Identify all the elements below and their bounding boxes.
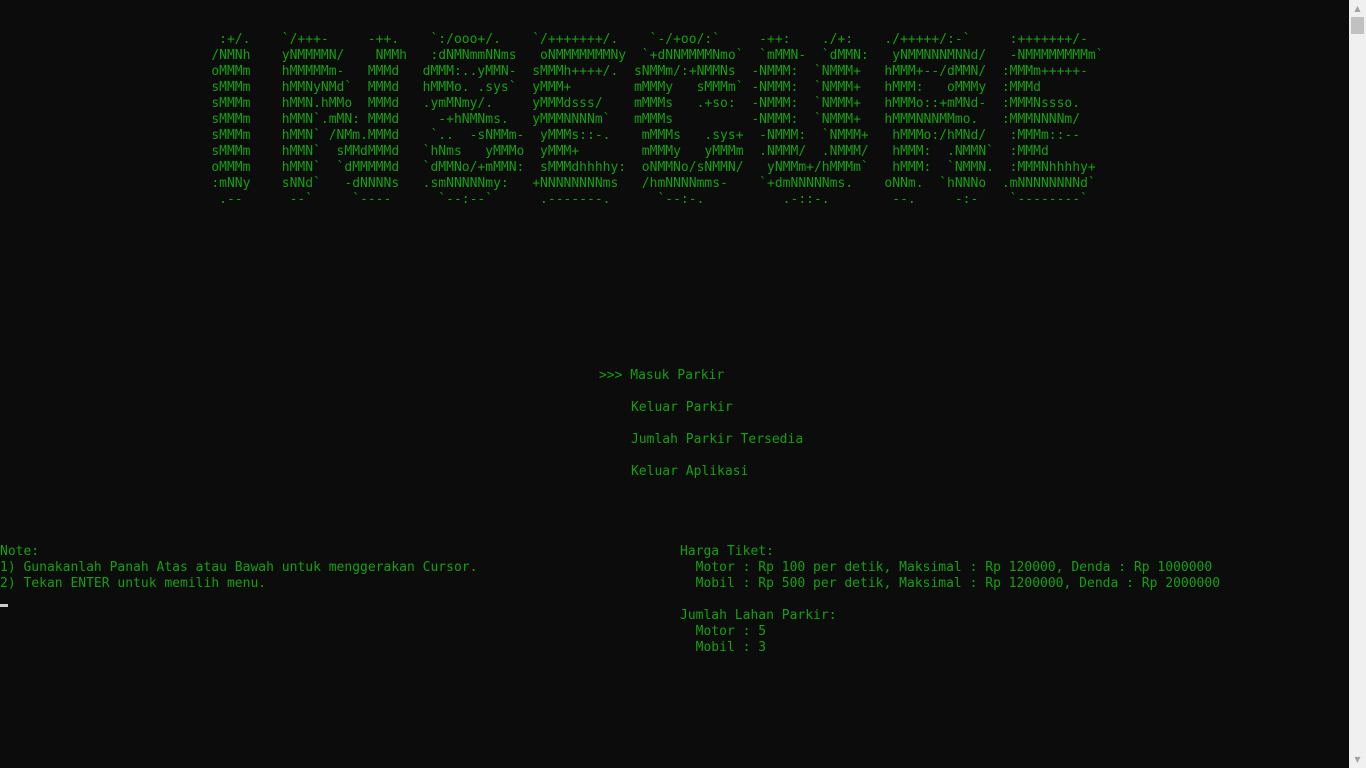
note-line: 1) Gunakanlah Panah Atas atau Bawah untu… [0,560,478,575]
menu-item-label: Masuk Parkir [630,368,725,383]
banner-line: sMMMm hMMN` sMMdMMMd `hNms yMMMo yMMM+ m… [0,144,1049,159]
text-cursor [0,604,8,607]
vertical-scrollbar[interactable]: ▲ ▼ [1349,0,1366,768]
banner-line: sMMMm hMMNyNMd` MMMd hMMMo. .sys` yMMM+ … [0,80,1041,95]
banner-line: oMMMm hMMN` `dMMMMMd `dMMNo/+mMMN: sMMMd… [0,160,1096,175]
jumlah-lahan-mobil: Mobil : 3 [680,640,767,655]
jumlah-lahan-motor: Motor : 5 [680,624,767,639]
menu-item-keluar-aplikasi[interactable]: Keluar Aplikasi [584,448,748,496]
banner-line: oMMMm hMMMMMm- MMMd dMMM:..yMMN- sMMMh++… [0,64,1088,79]
banner-line: :mNNy sNNd` -dNNNNs .smNNNNNmy: +NNNNNNN… [0,176,1096,191]
harga-tiket-mobil: Mobil : Rp 500 per detik, Maksimal : Rp … [680,576,1221,591]
banner-line: sMMMm hMMN`.mMN: MMMd -+hNMNms. yMMMNNNN… [0,112,1081,127]
harga-tiket-title: Harga Tiket: [680,544,774,559]
scroll-up-arrow-icon[interactable]: ▲ [1349,0,1366,17]
menu-pointer: >>> [598,368,623,383]
console-window: :+/. `/+++- -++. `:/ooo+/. `/+++++++/. `… [0,0,1349,768]
banner-line: sMMMm hMMN` /NMm.MMMd `.. -sNMMm- yMMMs:… [0,128,1081,143]
harga-tiket-motor: Motor : Rp 100 per detik, Maksimal : Rp … [680,560,1213,575]
banner-line: /NMNh yNMMMMN/ NMMh :dNMNmmNNms oNMMMMMM… [0,48,1104,63]
note-line: 2) Tekan ENTER untuk memilih menu. [0,576,267,591]
menu-item-label: Keluar Aplikasi [630,464,749,479]
scroll-down-arrow-icon[interactable]: ▼ [1349,751,1366,768]
banner-line: sMMMm hMMN.hMMo MMMd .ymMNmy/. yMMMdsss/… [0,96,1081,111]
note-title: Note: [0,544,40,559]
scrollbar-thumb[interactable] [1351,17,1364,34]
banner-line: .-- --` `---- `--:--` .-------. `--:-. .… [0,192,1088,207]
menu-item-label: Keluar Parkir [630,400,733,415]
banner-line: :+/. `/+++- -++. `:/ooo+/. `/+++++++/. `… [0,32,1088,47]
menu-item-label: Jumlah Parkir Tersedia [630,432,804,447]
jumlah-lahan-title: Jumlah Lahan Parkir: [680,608,837,623]
